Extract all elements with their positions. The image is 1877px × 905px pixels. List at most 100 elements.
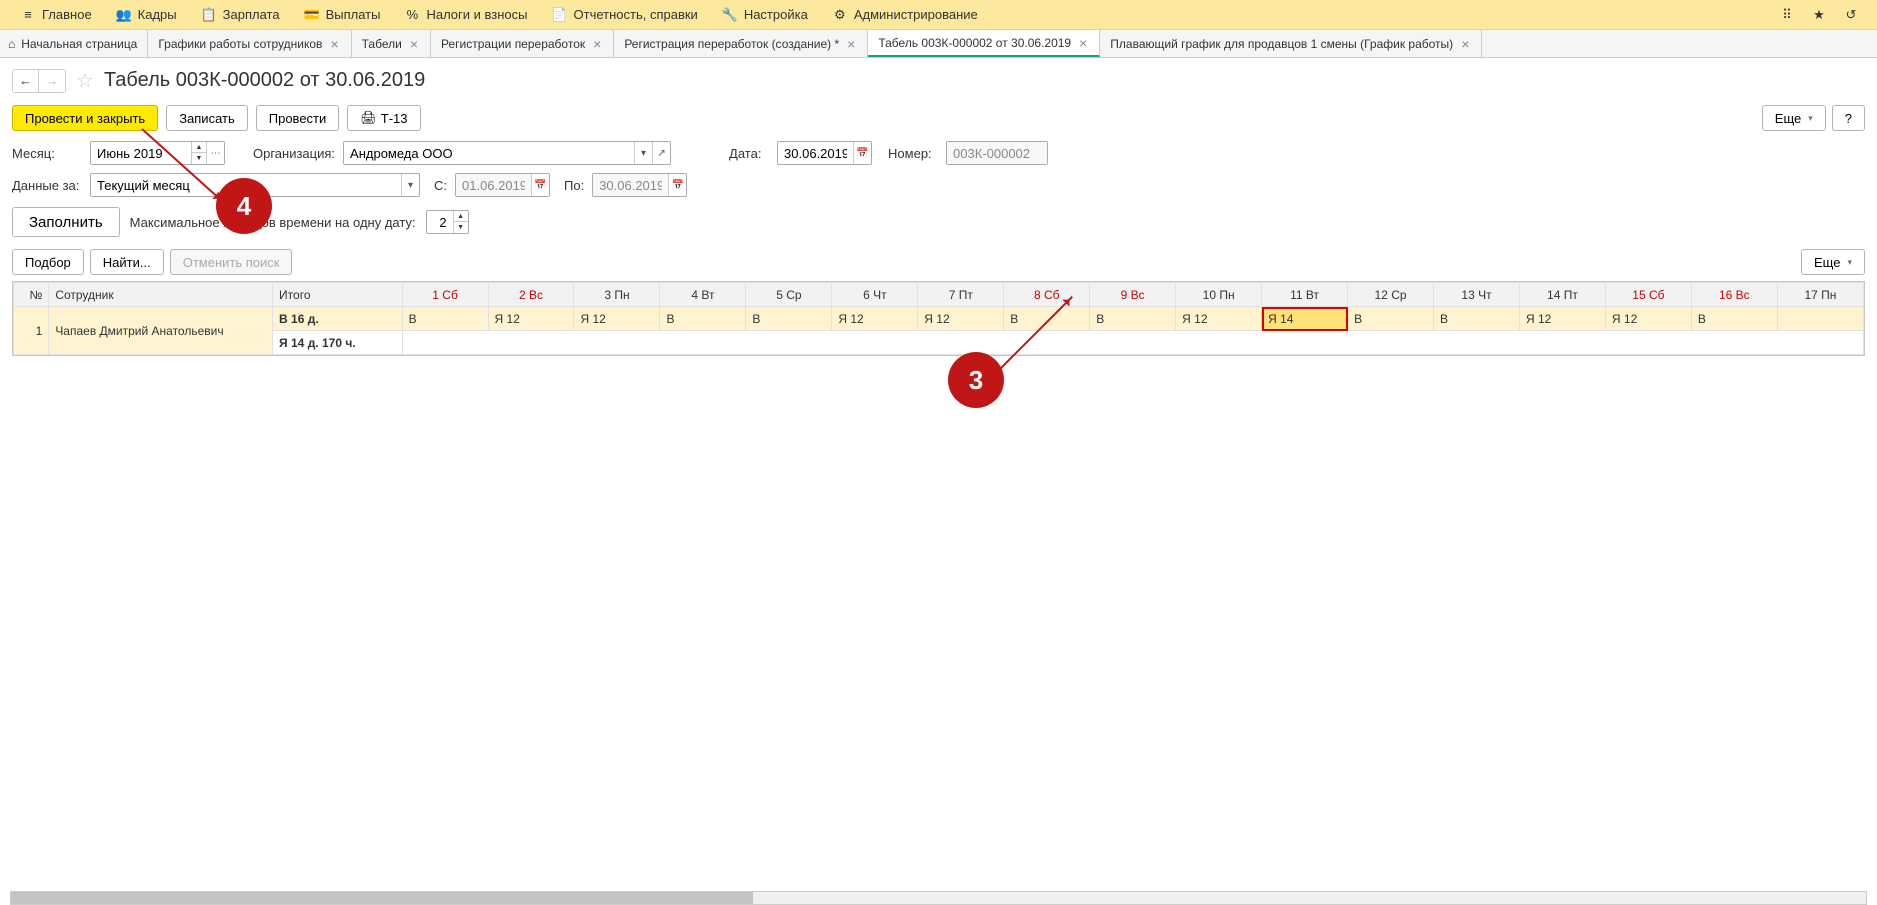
apps-icon[interactable]: ⠿ (1777, 5, 1797, 25)
col-day-8[interactable]: 8 Сб (1004, 283, 1090, 307)
menu-main[interactable]: ≡Главное (8, 0, 104, 30)
col-day-17[interactable]: 17 Пн (1777, 283, 1863, 307)
close-icon[interactable]: × (1459, 36, 1471, 52)
cell-day[interactable]: В (1004, 307, 1090, 331)
col-day-2[interactable]: 2 Вс (488, 283, 574, 307)
tab-overtime-list[interactable]: Регистрации переработок× (431, 30, 614, 57)
col-total[interactable]: Итого (273, 283, 403, 307)
t13-print-button[interactable]: 🖨Т-13 (347, 105, 420, 131)
col-day-4[interactable]: 4 Вт (660, 283, 746, 307)
menu-settings[interactable]: 🔧Настройка (710, 0, 820, 30)
help-button[interactable]: ? (1832, 105, 1865, 131)
max-types-input[interactable] (427, 211, 453, 233)
history-icon[interactable]: ↺ (1841, 5, 1861, 25)
col-day-10[interactable]: 10 Пн (1176, 283, 1262, 307)
col-day-12[interactable]: 12 Ср (1348, 283, 1434, 307)
close-icon[interactable]: × (845, 36, 857, 52)
favorite-star-icon[interactable]: ☆ (76, 68, 94, 93)
tab-overtime-new[interactable]: Регистрация переработок (создание) *× (614, 30, 868, 57)
tab-timesheets[interactable]: Табели× (352, 30, 431, 57)
cell-day[interactable]: Я 12 (574, 307, 660, 331)
menu-admin[interactable]: ⚙Администрирование (820, 0, 990, 30)
date-field[interactable]: 📅 (777, 141, 872, 165)
forward-button[interactable]: → (39, 70, 65, 92)
cell-num[interactable]: 1 (14, 307, 49, 355)
date-input[interactable] (778, 142, 853, 164)
cell-day[interactable]: В (402, 307, 488, 331)
back-button[interactable]: ← (13, 70, 39, 92)
month-up-icon[interactable]: ▲ (192, 142, 206, 153)
col-day-16[interactable]: 16 Вс (1691, 283, 1777, 307)
col-day-13[interactable]: 13 Чт (1434, 283, 1520, 307)
col-day-1[interactable]: 1 Сб (402, 283, 488, 307)
people-icon: 👥 (116, 7, 132, 23)
col-employee[interactable]: Сотрудник (49, 283, 273, 307)
col-day-3[interactable]: 3 Пн (574, 283, 660, 307)
close-icon[interactable]: × (328, 36, 340, 52)
max-types-field[interactable]: ▲▼ (426, 210, 469, 234)
podbor-button[interactable]: Подбор (12, 249, 84, 275)
printer-icon: 🖨 (360, 110, 377, 126)
tab-timesheet-current[interactable]: Табель 003К-000002 от 30.06.2019× (868, 30, 1100, 57)
org-open-icon[interactable]: ↗ (652, 142, 670, 164)
datafor-dropdown-icon[interactable]: ▾ (401, 174, 419, 196)
col-day-5[interactable]: 5 Ср (746, 283, 832, 307)
col-day-15[interactable]: 15 Сб (1605, 283, 1691, 307)
scrollbar-thumb[interactable] (11, 892, 753, 904)
cell-day[interactable]: В (1090, 307, 1176, 331)
step-up-icon[interactable]: ▲ (454, 211, 468, 222)
cell-day[interactable]: Я 12 (918, 307, 1004, 331)
col-day-7[interactable]: 7 Пт (918, 283, 1004, 307)
save-button[interactable]: Записать (166, 105, 248, 131)
find-button[interactable]: Найти... (90, 249, 164, 275)
cell-day[interactable]: В (1434, 307, 1520, 331)
org-dropdown-icon[interactable]: ▾ (634, 142, 652, 164)
table-more-button[interactable]: Еще (1801, 249, 1865, 275)
cell-total-2[interactable]: Я 14 д. 170 ч. (273, 331, 403, 355)
cancel-search-button[interactable]: Отменить поиск (170, 249, 293, 275)
cell-day[interactable]: Я 12 (1176, 307, 1262, 331)
more-button[interactable]: Еще (1762, 105, 1826, 131)
cell-day[interactable]: В (660, 307, 746, 331)
post-button[interactable]: Провести (256, 105, 340, 131)
cell-day[interactable] (1777, 307, 1863, 331)
cell-day[interactable]: В (1691, 307, 1777, 331)
org-input[interactable] (344, 142, 634, 164)
menu-reports[interactable]: 📄Отчетность, справки (540, 0, 710, 30)
close-icon[interactable]: × (408, 36, 420, 52)
cell-day[interactable]: Я 12 (1519, 307, 1605, 331)
table-row[interactable]: 1 Чапаев Дмитрий Анатольевич В 16 д. В Я… (14, 307, 1864, 331)
org-field[interactable]: ▾ ↗ (343, 141, 671, 165)
month-picker-icon[interactable]: ⋯ (206, 142, 224, 164)
tab-schedules[interactable]: Графики работы сотрудников× (148, 30, 351, 57)
post-and-close-button[interactable]: Провести и закрыть (12, 105, 158, 131)
col-day-11[interactable]: 11 Вт (1262, 283, 1348, 307)
tab-float-schedule[interactable]: Плавающий график для продавцов 1 смены (… (1100, 30, 1482, 57)
horizontal-scrollbar[interactable] (10, 891, 1867, 905)
cell-day[interactable]: Я 12 (832, 307, 918, 331)
step-down-icon[interactable]: ▼ (454, 222, 468, 233)
cell-total-1[interactable]: В 16 д. (273, 307, 403, 331)
tab-home[interactable]: ⌂Начальная страница (0, 30, 148, 57)
cell-day-highlighted[interactable]: Я 14 (1262, 307, 1348, 331)
cell-day[interactable]: Я 12 (488, 307, 574, 331)
menu-salary[interactable]: 📋Зарплата (189, 0, 292, 30)
close-icon[interactable]: × (591, 36, 603, 52)
from-field: 📅 (455, 173, 550, 197)
col-day-14[interactable]: 14 Пт (1519, 283, 1605, 307)
fill-button[interactable]: Заполнить (12, 207, 120, 237)
cell-day[interactable]: В (1348, 307, 1434, 331)
col-day-6[interactable]: 6 Чт (832, 283, 918, 307)
col-num[interactable]: № (14, 283, 49, 307)
calendar-icon[interactable]: 📅 (853, 142, 871, 164)
menu-taxes[interactable]: %Налоги и взносы (392, 0, 539, 30)
menu-payments[interactable]: 💳Выплаты (292, 0, 393, 30)
cell-employee[interactable]: Чапаев Дмитрий Анатольевич (49, 307, 273, 355)
col-day-9[interactable]: 9 Вс (1090, 283, 1176, 307)
cell-day[interactable]: Я 12 (1605, 307, 1691, 331)
star-icon[interactable]: ★ (1809, 5, 1829, 25)
month-down-icon[interactable]: ▼ (192, 153, 206, 164)
close-icon[interactable]: × (1077, 35, 1089, 51)
cell-day[interactable]: В (746, 307, 832, 331)
menu-hr[interactable]: 👥Кадры (104, 0, 189, 30)
